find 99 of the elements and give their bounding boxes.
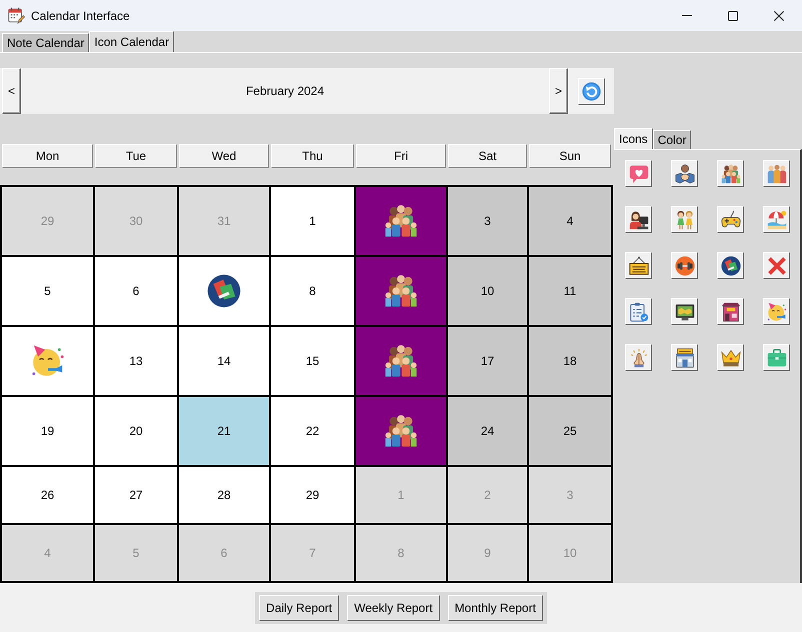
crown-icon [720,348,740,368]
date-cell[interactable]: 14 [179,327,269,395]
person-computer-icon [628,210,648,230]
people-group-icon [384,274,418,308]
party-face-icon [766,302,786,322]
heart-bubble-icon [628,164,648,184]
icon-option-button[interactable] [763,344,790,371]
next-month-button[interactable]: > [549,68,568,114]
date-cell[interactable]: 28 [179,467,269,523]
window-title: Calendar Interface [31,8,130,22]
icon-option-button[interactable] [625,344,652,371]
report-button[interactable]: Monthly Report [448,595,543,621]
close-icon [774,10,784,20]
two-people-icon [674,210,694,230]
books-icon [207,274,241,308]
icon-option-button[interactable] [625,160,652,187]
icon-option-button[interactable] [625,206,652,233]
icon-option-button[interactable] [763,298,790,325]
date-cell[interactable]: 21 [179,397,269,465]
beach-umbrella-icon [766,210,786,230]
date-cell[interactable] [356,397,446,465]
party-face-icon [30,344,64,378]
icon-option-button[interactable] [671,344,698,371]
cross-mark-icon [766,256,786,276]
calendar-tab[interactable]: Icon Calendar [89,31,174,52]
calendar-pencil-icon [8,7,25,24]
icon-option-button[interactable] [717,252,744,279]
people-group-icon [720,164,740,184]
weekday-header: Sun [529,144,611,168]
date-cell[interactable]: 26 [2,467,93,523]
minimize-icon [682,15,692,16]
icon-option-button[interactable] [671,160,698,187]
date-cell[interactable]: 18 [529,327,611,395]
date-cell[interactable]: 20 [95,397,177,465]
checklist-icon [628,302,648,322]
date-cell[interactable]: 3 [448,187,527,255]
icon-option-button[interactable] [763,160,790,187]
books-icon [720,256,740,276]
icon-option-button[interactable] [625,298,652,325]
panel-tab[interactable]: Color [652,130,692,149]
date-cell[interactable]: 13 [95,327,177,395]
date-cell[interactable]: 15 [271,327,354,395]
date-cell[interactable]: 5 [2,257,93,325]
briefcase-icon [766,348,786,368]
shop-building-icon [720,302,740,322]
date-cell[interactable]: 27 [95,467,177,523]
people-group-icon [384,344,418,378]
date-cell[interactable]: 19 [2,397,93,465]
calendar-tab[interactable]: Note Calendar [2,33,90,52]
panel-tab[interactable]: Icons [614,128,653,149]
icon-option-button[interactable] [671,252,698,279]
icon-option-button[interactable] [763,252,790,279]
date-cell[interactable]: 22 [271,397,354,465]
date-cell[interactable]: 6 [95,257,177,325]
people-group-icon [384,204,418,238]
weekday-header: Fri [356,144,446,168]
icon-option-button[interactable] [717,206,744,233]
date-cell[interactable]: 8 [271,257,354,325]
maximize-icon [728,10,738,20]
monitor-icon [674,302,694,322]
date-cell[interactable]: 25 [529,397,611,465]
date-cell[interactable]: 29 [271,467,354,523]
icon-option-button[interactable] [763,206,790,233]
date-cell[interactable] [179,257,269,325]
report-button[interactable]: Weekly Report [347,595,440,621]
date-cell[interactable]: 4 [529,187,611,255]
dumbbell-icon [674,256,694,276]
weekday-header: Wed [179,144,269,168]
weekday-header: Tue [95,144,177,168]
icon-option-button[interactable] [625,252,652,279]
weekday-header: Mon [2,144,93,168]
icon-option-button[interactable] [717,344,744,371]
date-cell[interactable]: 17 [448,327,527,395]
icon-option-button[interactable] [671,206,698,233]
gamepad-icon [720,210,740,230]
icon-option-button[interactable] [671,298,698,325]
weekday-header: Sat [448,144,527,168]
date-cell[interactable]: 1 [271,187,354,255]
month-label: February 2024 [246,84,324,98]
refresh-button[interactable] [578,78,605,104]
date-cell[interactable] [356,187,446,255]
date-cell[interactable]: 11 [529,257,611,325]
storefront-icon [674,348,694,368]
date-cell[interactable]: 10 [448,257,527,325]
hanging-sign-icon [628,256,648,276]
handshake-icon [674,164,694,184]
icon-option-button[interactable] [717,160,744,187]
praying-hands-icon [628,348,648,368]
date-cell[interactable] [356,257,446,325]
weekday-header: Thu [271,144,354,168]
report-button[interactable]: Daily Report [259,595,340,621]
date-cell[interactable]: 24 [448,397,527,465]
three-people-icon [766,164,786,184]
icon-option-button[interactable] [717,298,744,325]
date-cell[interactable] [2,327,93,395]
people-group-icon [384,414,418,448]
date-cell[interactable] [356,327,446,395]
refresh-icon [582,82,601,100]
previous-month-button[interactable]: < [2,68,21,114]
